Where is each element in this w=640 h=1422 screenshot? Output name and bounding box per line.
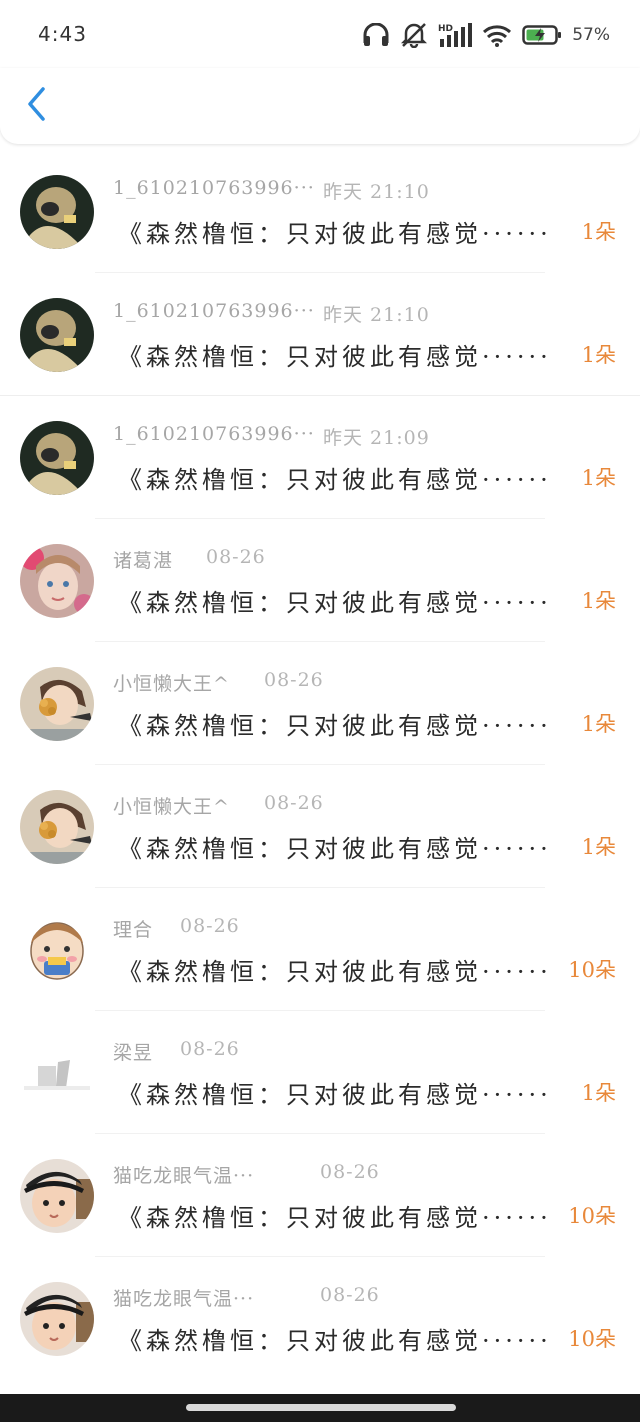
list-item[interactable]: 猫吃龙眼气温··· 08-26 《森然橹恒：只对彼此有感觉······ 10朵	[0, 1134, 640, 1257]
hd-signal-icon: HD	[438, 22, 473, 48]
home-gesture-handle[interactable]	[186, 1404, 456, 1411]
message-text: 《森然橹恒：只对彼此有感觉······	[118, 958, 552, 986]
battery-charging-icon	[522, 24, 562, 46]
back-button[interactable]	[16, 84, 56, 128]
wifi-icon	[482, 23, 512, 47]
user-name: 梁昱	[113, 1042, 154, 1064]
status-bar: 4:43 HD 57%	[0, 0, 640, 68]
message-text: 《森然橹恒：只对彼此有感觉······	[118, 466, 552, 494]
system-icons: HD 57%	[362, 20, 610, 50]
list-item[interactable]: 理合 08-26 《森然橹恒：只对彼此有感觉······ 10朵	[0, 888, 640, 1011]
list-item[interactable]: 小恒懒大王^ 08-26 《森然橹恒：只对彼此有感觉······ 1朵	[0, 765, 640, 888]
user-name: 小恒懒大王^	[113, 796, 230, 818]
timestamp: 昨天 21:10	[323, 181, 430, 203]
avatar[interactable]	[20, 790, 94, 864]
flower-count: 1朵	[581, 712, 616, 736]
message-text: 《森然橹恒：只对彼此有感觉······	[118, 712, 552, 740]
user-name: 理合	[113, 919, 154, 941]
battery-percent: 57%	[572, 25, 610, 45]
list-item[interactable]: 诸葛湛 08-26 《森然橹恒：只对彼此有感觉······ 1朵	[0, 519, 640, 642]
headphones-icon	[362, 23, 390, 47]
flower-count: 1朵	[581, 466, 616, 490]
message-text: 《森然橹恒：只对彼此有感觉······	[118, 1081, 552, 1109]
user-name: 猫吃龙眼气温···	[113, 1288, 255, 1310]
avatar[interactable]	[20, 421, 94, 495]
timestamp: 08-26	[264, 792, 324, 814]
user-name: 1_610210763996···	[113, 300, 315, 322]
flower-count: 10朵	[568, 958, 616, 982]
svg-text:HD: HD	[438, 24, 453, 34]
flower-count: 1朵	[581, 220, 616, 244]
user-name: 1_610210763996···	[113, 423, 315, 445]
avatar[interactable]	[20, 667, 94, 741]
timestamp: 08-26	[320, 1284, 380, 1306]
timestamp: 昨天 21:10	[323, 304, 430, 326]
user-name: 小恒懒大王^	[113, 673, 230, 695]
timestamp: 昨天 21:09	[323, 427, 430, 449]
list-item[interactable]: 梁昱 08-26 《森然橹恒：只对彼此有感觉······ 1朵	[0, 1011, 640, 1134]
flower-count: 1朵	[581, 589, 616, 613]
flower-count: 1朵	[581, 835, 616, 859]
message-text: 《森然橹恒：只对彼此有感觉······	[118, 835, 552, 863]
avatar[interactable]	[20, 298, 94, 372]
message-text: 《森然橹恒：只对彼此有感觉······	[118, 220, 552, 248]
list-item[interactable]: 1_610210763996··· 昨天 21:10 《森然橹恒：只对彼此有感觉…	[0, 273, 640, 396]
status-time: 4:43	[38, 22, 87, 46]
flower-count: 1朵	[581, 343, 616, 367]
message-text: 《森然橹恒：只对彼此有感觉······	[118, 1327, 552, 1355]
flower-count: 10朵	[568, 1327, 616, 1351]
mute-icon	[400, 22, 428, 48]
user-name: 1_610210763996···	[113, 177, 315, 199]
avatar[interactable]	[20, 175, 94, 249]
avatar[interactable]	[20, 544, 94, 618]
flower-count: 10朵	[568, 1204, 616, 1228]
avatar[interactable]	[20, 1036, 94, 1110]
timestamp: 08-26	[264, 669, 324, 691]
avatar[interactable]	[20, 1282, 94, 1356]
chevron-left-icon	[25, 86, 47, 126]
list-item[interactable]: 1_610210763996··· 昨天 21:09 《森然橹恒：只对彼此有感觉…	[0, 396, 640, 519]
timestamp: 08-26	[180, 915, 240, 937]
message-text: 《森然橹恒：只对彼此有感觉······	[118, 343, 552, 371]
user-name: 猫吃龙眼气温···	[113, 1165, 255, 1187]
flower-record-list: 1_610210763996··· 昨天 21:10 《森然橹恒：只对彼此有感觉…	[0, 150, 640, 1380]
timestamp: 08-26	[180, 1038, 240, 1060]
flower-count: 1朵	[581, 1081, 616, 1105]
avatar[interactable]	[20, 913, 94, 987]
list-item[interactable]: 1_610210763996··· 昨天 21:10 《森然橹恒：只对彼此有感觉…	[0, 150, 640, 273]
user-name: 诸葛湛	[113, 550, 174, 572]
timestamp: 08-26	[320, 1161, 380, 1183]
timestamp: 08-26	[206, 546, 266, 568]
message-text: 《森然橹恒：只对彼此有感觉······	[118, 589, 552, 617]
list-item[interactable]: 猫吃龙眼气温··· 08-26 《森然橹恒：只对彼此有感觉······ 10朵	[0, 1257, 640, 1380]
message-text: 《森然橹恒：只对彼此有感觉······	[118, 1204, 552, 1232]
app-header	[0, 68, 640, 144]
list-item[interactable]: 小恒懒大王^ 08-26 《森然橹恒：只对彼此有感觉······ 1朵	[0, 642, 640, 765]
avatar[interactable]	[20, 1159, 94, 1233]
